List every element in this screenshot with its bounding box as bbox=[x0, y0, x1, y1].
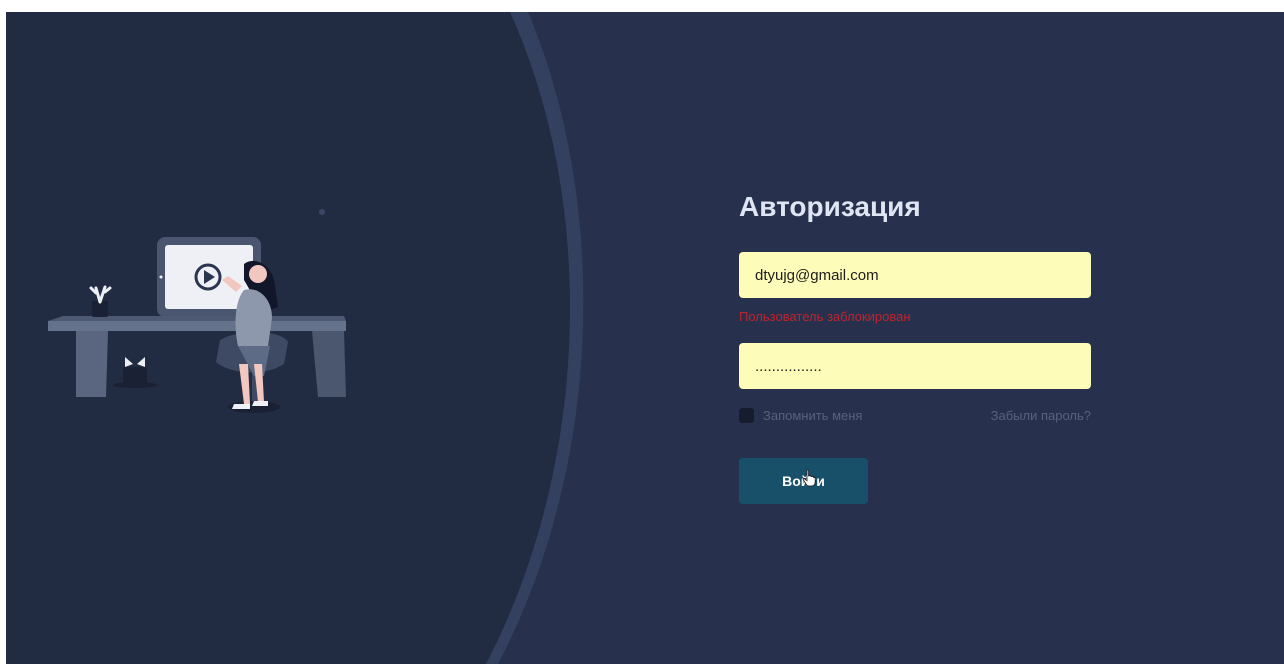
floor-plant-shadow bbox=[113, 382, 157, 388]
auth-form: Авторизация Пользователь заблокирован За… bbox=[739, 190, 1091, 504]
email-field[interactable] bbox=[739, 252, 1091, 298]
email-error-message: Пользователь заблокирован bbox=[739, 309, 911, 324]
form-options: Запомнить меня Забыли пароль? bbox=[739, 405, 1091, 425]
desk-top bbox=[48, 321, 346, 331]
page-title: Авторизация bbox=[739, 191, 921, 222]
illustration-panel bbox=[6, 12, 1284, 664]
illustration-svg bbox=[6, 12, 584, 664]
forgot-password-link[interactable]: Забыли пароль? bbox=[991, 408, 1091, 423]
desk-leg-left bbox=[76, 331, 108, 397]
person-head bbox=[249, 265, 267, 283]
login-button[interactable]: Войти bbox=[739, 458, 868, 504]
monitor-camera bbox=[159, 275, 163, 279]
remember-me-checkbox[interactable] bbox=[739, 407, 754, 423]
decorative-dot bbox=[319, 209, 325, 215]
hand-cursor-icon bbox=[802, 469, 816, 487]
desk-top-edge bbox=[48, 316, 346, 321]
remember-me[interactable]: Запомнить меня bbox=[739, 407, 863, 423]
login-page: Авторизация Пользователь заблокирован За… bbox=[6, 12, 1284, 664]
desk-leg-right bbox=[312, 331, 346, 397]
password-field[interactable] bbox=[739, 343, 1091, 389]
remember-me-label: Запомнить меня bbox=[763, 407, 863, 423]
